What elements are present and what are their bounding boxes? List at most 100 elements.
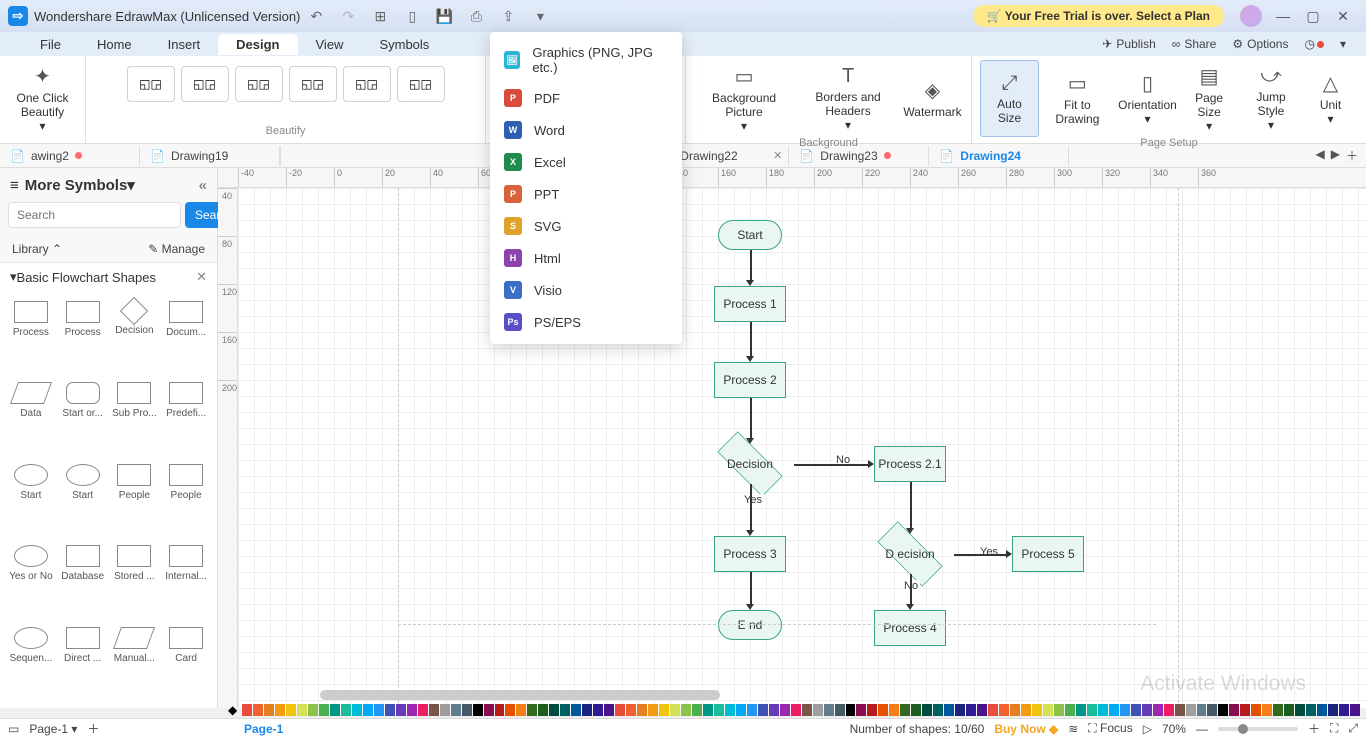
color-swatch[interactable] bbox=[791, 704, 801, 716]
orientation-button[interactable]: ▯Orientation ▾ bbox=[1116, 60, 1179, 137]
doc-tab[interactable]: 📄Drawing19 bbox=[140, 146, 280, 166]
color-swatch[interactable] bbox=[253, 704, 263, 716]
zoom-out-button[interactable]: — bbox=[1196, 722, 1208, 736]
color-swatch[interactable] bbox=[308, 704, 318, 716]
add-page-button[interactable]: ＋ bbox=[87, 720, 99, 737]
color-swatch[interactable] bbox=[878, 704, 888, 716]
flowchart-decision1[interactable]: Decision bbox=[706, 444, 794, 484]
eyedropper-icon[interactable]: ◆ bbox=[228, 703, 237, 717]
color-swatch[interactable] bbox=[1306, 704, 1316, 716]
color-swatch[interactable] bbox=[505, 704, 515, 716]
layers-icon[interactable]: ≋ bbox=[1068, 722, 1078, 736]
print-button[interactable]: ⎙ bbox=[464, 4, 488, 28]
new-button[interactable]: ⊞ bbox=[368, 4, 392, 28]
open-button[interactable]: ▯ bbox=[400, 4, 424, 28]
one-click-beautify-button[interactable]: ✦ One Click Beautify ▾ bbox=[8, 60, 77, 137]
zoom-slider[interactable] bbox=[1218, 727, 1298, 731]
color-swatch[interactable] bbox=[1317, 704, 1327, 716]
color-swatch[interactable] bbox=[637, 704, 647, 716]
color-swatch[interactable] bbox=[835, 704, 845, 716]
menu-overflow[interactable]: ▾ bbox=[1340, 37, 1346, 51]
color-swatch[interactable] bbox=[769, 704, 779, 716]
library-dropdown[interactable]: Library ⌃ bbox=[12, 242, 62, 256]
color-swatch[interactable] bbox=[1076, 704, 1086, 716]
tab-close-icon[interactable]: ✕ bbox=[773, 149, 782, 162]
flowchart-end[interactable]: E nd bbox=[718, 610, 782, 640]
flowchart-process21[interactable]: Process 2.1 bbox=[874, 446, 946, 482]
color-swatch[interactable] bbox=[484, 704, 494, 716]
color-swatch[interactable] bbox=[802, 704, 812, 716]
shape-section-header[interactable]: ▾ Basic Flowchart Shapes ✕ bbox=[0, 262, 217, 291]
color-swatch[interactable] bbox=[703, 704, 713, 716]
watermark-button[interactable]: ◈Watermark bbox=[902, 60, 963, 137]
unit-button[interactable]: △Unit ▾ bbox=[1303, 60, 1358, 137]
color-swatch[interactable] bbox=[999, 704, 1009, 716]
symbol-search-input[interactable] bbox=[8, 202, 181, 228]
shape-item[interactable]: Stored ... bbox=[110, 541, 160, 620]
color-swatch[interactable] bbox=[1229, 704, 1239, 716]
color-swatch[interactable] bbox=[780, 704, 790, 716]
color-swatch[interactable] bbox=[341, 704, 351, 716]
theme-thumb[interactable]: ◱◲ bbox=[235, 66, 283, 102]
color-swatch[interactable] bbox=[1328, 704, 1338, 716]
shape-item[interactable]: Direct ... bbox=[58, 623, 108, 702]
color-swatch[interactable] bbox=[330, 704, 340, 716]
color-swatch[interactable] bbox=[944, 704, 954, 716]
notification-button[interactable]: ◷ bbox=[1304, 37, 1323, 51]
color-swatch[interactable] bbox=[1021, 704, 1031, 716]
color-swatch[interactable] bbox=[966, 704, 976, 716]
color-swatch[interactable] bbox=[385, 704, 395, 716]
color-swatch[interactable] bbox=[846, 704, 856, 716]
manage-button[interactable]: ✎ Manage bbox=[148, 242, 205, 256]
color-swatch[interactable] bbox=[1142, 704, 1152, 716]
export-svg[interactable]: SSVG bbox=[490, 210, 682, 242]
color-swatch[interactable] bbox=[1175, 704, 1185, 716]
color-swatch[interactable] bbox=[670, 704, 680, 716]
color-swatch[interactable] bbox=[1186, 704, 1196, 716]
color-swatch[interactable] bbox=[1207, 704, 1217, 716]
shape-item[interactable]: Process bbox=[58, 297, 108, 376]
color-swatch[interactable] bbox=[1065, 704, 1075, 716]
menu-file[interactable]: File bbox=[22, 34, 79, 55]
shape-item[interactable]: Predefi... bbox=[161, 378, 211, 457]
maximize-button[interactable]: ▢ bbox=[1298, 8, 1328, 25]
color-swatch[interactable] bbox=[1109, 704, 1119, 716]
shape-item[interactable]: Decision bbox=[110, 297, 160, 376]
fullscreen-icon[interactable]: ⤢ bbox=[1348, 721, 1358, 736]
flowchart-process5[interactable]: Process 5 bbox=[1012, 536, 1084, 572]
fit-to-drawing-button[interactable]: ▭Fit to Drawing bbox=[1039, 60, 1116, 137]
shape-item[interactable]: Docum... bbox=[161, 297, 211, 376]
flowchart-decision2[interactable]: D ecision bbox=[866, 534, 954, 574]
jump-style-button[interactable]: ⤻Jump Style ▾ bbox=[1239, 60, 1303, 137]
color-swatch[interactable] bbox=[429, 704, 439, 716]
color-swatch[interactable] bbox=[922, 704, 932, 716]
shape-item[interactable]: Manual... bbox=[110, 623, 160, 702]
color-swatch[interactable] bbox=[813, 704, 823, 716]
page-size-button[interactable]: ▤Page Size ▾ bbox=[1179, 60, 1239, 137]
export-word[interactable]: WWord bbox=[490, 114, 682, 146]
color-swatch[interactable] bbox=[538, 704, 548, 716]
tab-scroll-right[interactable]: ▶ bbox=[1331, 147, 1340, 164]
color-swatch[interactable] bbox=[560, 704, 570, 716]
shape-item[interactable]: People bbox=[110, 460, 160, 539]
shape-item[interactable]: People bbox=[161, 460, 211, 539]
user-avatar[interactable] bbox=[1240, 5, 1262, 27]
color-swatch[interactable] bbox=[1339, 704, 1349, 716]
export-button[interactable]: ⇪ bbox=[496, 4, 520, 28]
color-swatch[interactable] bbox=[736, 704, 746, 716]
page-tab[interactable]: Page-1 bbox=[244, 722, 283, 736]
color-swatch[interactable] bbox=[1164, 704, 1174, 716]
flowchart-process1[interactable]: Process 1 bbox=[714, 286, 786, 322]
shape-item[interactable]: Internal... bbox=[161, 541, 211, 620]
color-swatch[interactable] bbox=[582, 704, 592, 716]
color-swatch[interactable] bbox=[407, 704, 417, 716]
color-swatch[interactable] bbox=[889, 704, 899, 716]
color-swatch[interactable] bbox=[264, 704, 274, 716]
color-swatch[interactable] bbox=[1197, 704, 1207, 716]
flowchart-start[interactable]: Start bbox=[718, 220, 782, 250]
doc-tab-active[interactable]: 📄Drawing24 bbox=[929, 146, 1069, 166]
color-swatch[interactable] bbox=[1262, 704, 1272, 716]
color-swatch[interactable] bbox=[681, 704, 691, 716]
color-swatch[interactable] bbox=[1251, 704, 1261, 716]
page-layout-icon[interactable]: ▭ bbox=[8, 722, 19, 736]
